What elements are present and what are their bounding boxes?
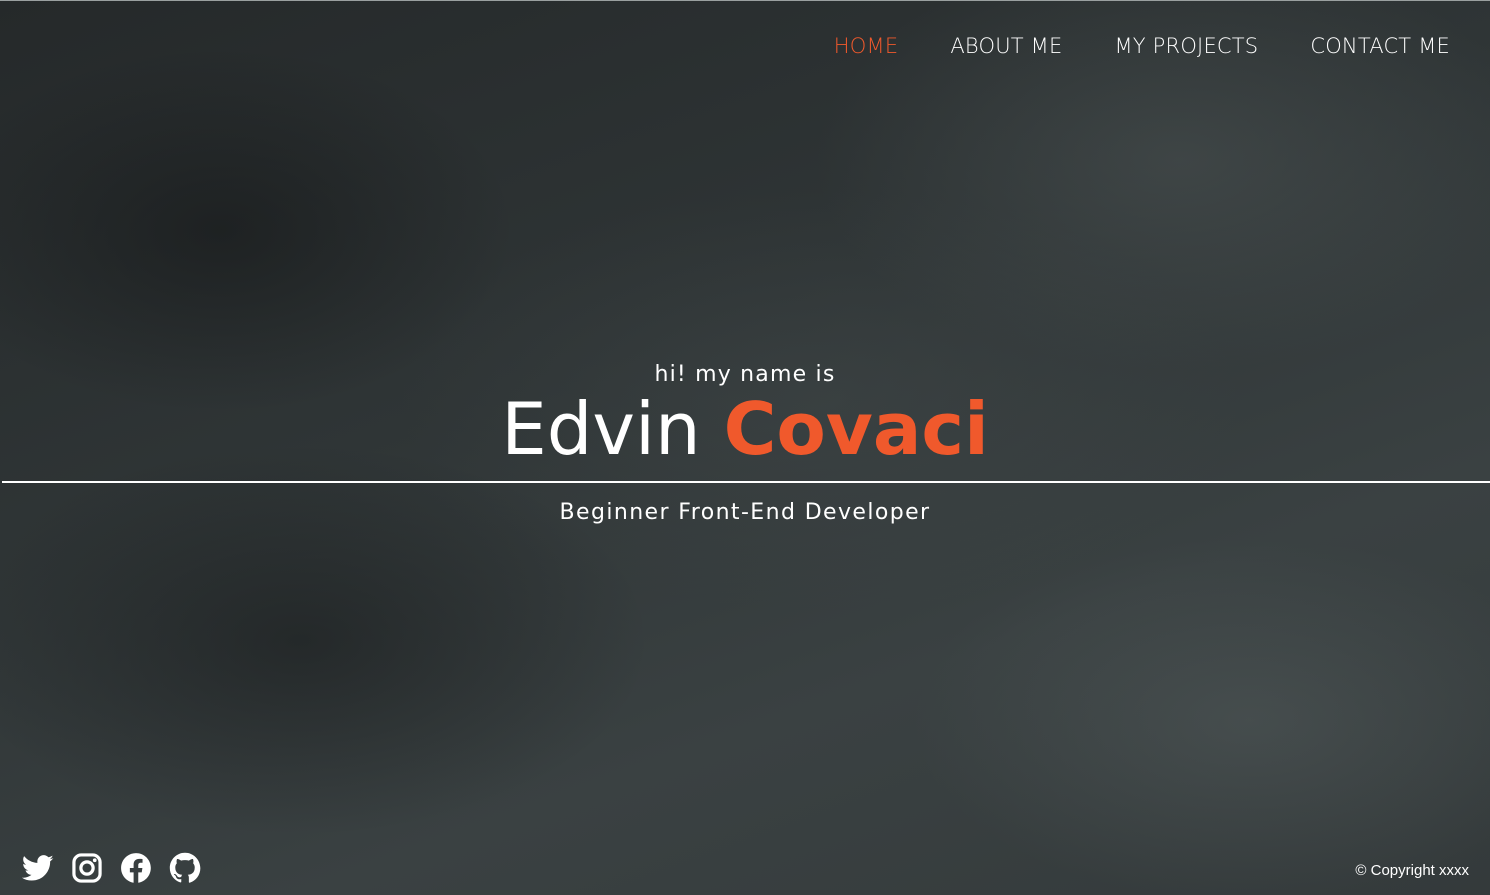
nav-about-me-link[interactable]: ABOUT ME bbox=[950, 32, 1062, 60]
twitter-icon bbox=[22, 855, 54, 881]
twitter-link[interactable] bbox=[22, 852, 54, 884]
facebook-icon bbox=[121, 853, 151, 883]
github-link[interactable] bbox=[169, 852, 201, 884]
nav-contact-me-link[interactable]: CONTACT ME bbox=[1310, 32, 1450, 60]
main-navigation: HOME ABOUT ME MY PROJECTS CONTACT ME bbox=[782, 32, 1450, 60]
hero-name: Edvin Covaci bbox=[0, 388, 1490, 470]
top-border bbox=[0, 0, 1490, 1]
github-icon bbox=[169, 852, 201, 883]
nav-my-projects-link[interactable]: MY PROJECTS bbox=[1114, 32, 1258, 60]
hero-greeting: hi! my name is bbox=[654, 362, 836, 387]
hero-divider bbox=[2, 481, 1490, 483]
copyright-notice: © Copyright xxxx bbox=[1355, 862, 1469, 879]
hero-subtitle: Beginner Front-End Developer bbox=[559, 500, 931, 525]
instagram-link[interactable] bbox=[71, 852, 103, 884]
hero-first-name: Edvin bbox=[501, 387, 701, 471]
hero-section: hi! my name is Edvin Covaci bbox=[0, 360, 1490, 470]
instagram-icon bbox=[72, 853, 102, 883]
hero-last-name: Covaci bbox=[723, 387, 989, 471]
nav-home-link[interactable]: HOME bbox=[834, 32, 899, 60]
facebook-link[interactable] bbox=[120, 852, 152, 884]
social-links bbox=[22, 852, 201, 884]
